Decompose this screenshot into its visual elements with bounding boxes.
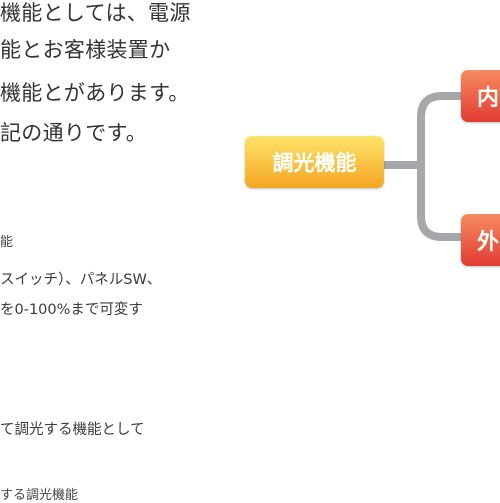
branch-top-box: 内	[461, 70, 500, 122]
branch-bottom-label: 外	[477, 230, 500, 255]
branch-top-label: 内	[477, 86, 500, 111]
main-function-box: 調光機能	[245, 136, 384, 188]
branch-bottom-box: 外	[461, 214, 500, 266]
main-function-label: 調光機能	[272, 151, 357, 175]
diagram-connector	[380, 92, 469, 241]
